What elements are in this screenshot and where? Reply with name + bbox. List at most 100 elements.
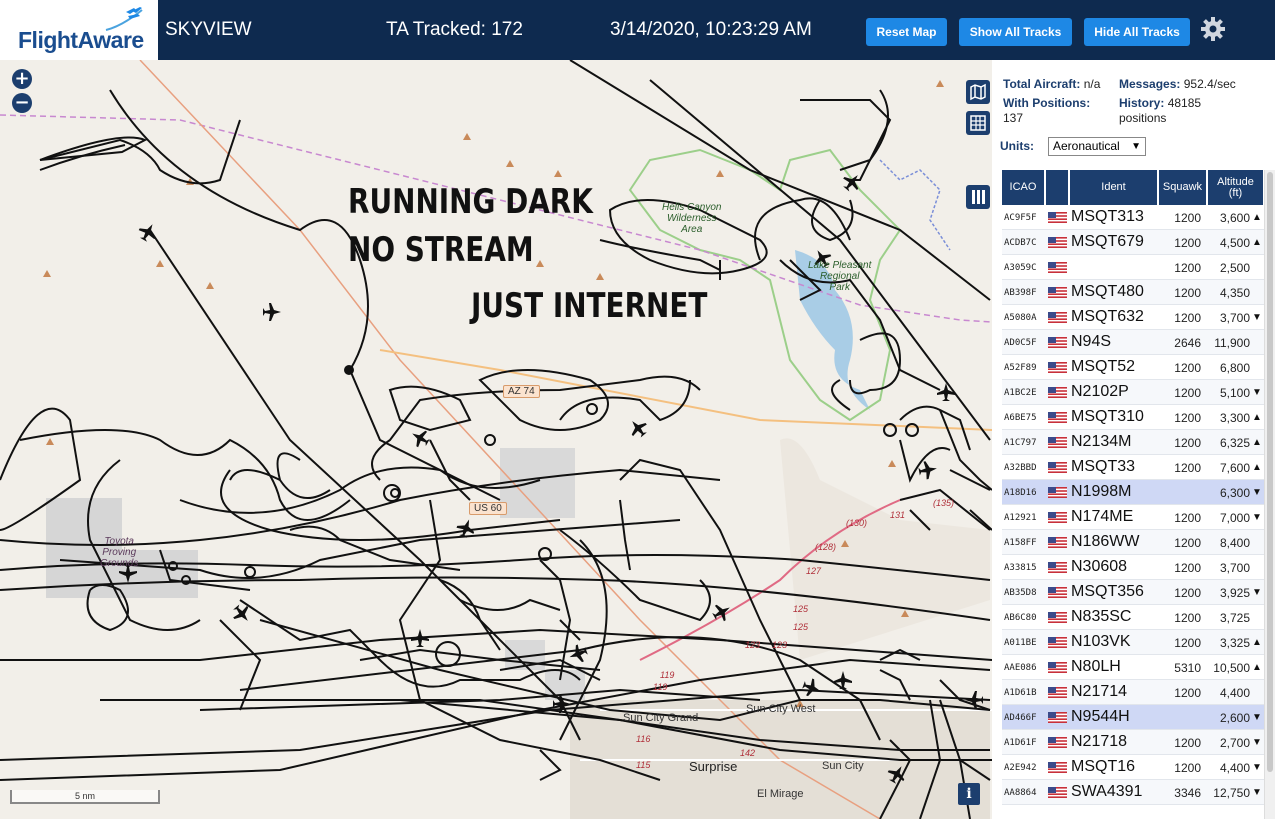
grid-button[interactable] — [966, 111, 990, 135]
column-header-flag[interactable] — [1046, 170, 1068, 205]
table-row[interactable]: A33815 N30608 1200 3,700 — [1002, 555, 1264, 580]
table-row[interactable]: A1D61F N21718 1200 2,700 ▼ — [1002, 730, 1264, 755]
toggle-panel-button[interactable] — [966, 185, 990, 209]
cell-ident: N103VK — [1071, 633, 1131, 650]
hide-all-tracks-button[interactable]: Hide All Tracks — [1084, 18, 1190, 46]
table-row[interactable]: A3059C 1200 2,500 — [1002, 255, 1264, 280]
cell-altitude: 4,400 — [1219, 686, 1250, 700]
table-row[interactable]: A1D61B N21714 1200 4,400 — [1002, 680, 1264, 705]
table-row[interactable]: A1C797 N2134M 1200 6,325 ▲ — [1002, 430, 1264, 455]
overlay-text-line: RUNNING DARK — [348, 182, 593, 222]
table-row[interactable]: AB398F MSQT480 1200 4,350 — [1002, 280, 1264, 305]
stat-value: n/a — [1083, 77, 1101, 91]
us-flag-icon — [1048, 512, 1067, 523]
table-row[interactable]: AC9F5F MSQT313 1200 3,600 ▲ — [1002, 205, 1264, 230]
cell-squawk: 1200 — [1174, 386, 1201, 400]
us-flag-icon — [1048, 237, 1067, 248]
road-number: 131 — [890, 510, 906, 520]
cell-icao: AC9F5F — [1004, 213, 1037, 223]
cell-altitude: 3,700 — [1219, 311, 1250, 325]
us-flag-icon — [1048, 762, 1067, 773]
map-layers-button[interactable] — [966, 80, 990, 104]
zoom-in-button[interactable]: + — [12, 69, 32, 89]
map-canvas[interactable] — [0, 60, 992, 819]
show-all-tracks-button[interactable]: Show All Tracks — [959, 18, 1072, 46]
table-row[interactable]: A2E942 MSQT16 1200 4,400 ▼ — [1002, 755, 1264, 780]
table-row[interactable]: A18D16 N1998M 6,300 ▼ — [1002, 480, 1264, 505]
units-select[interactable]: Aeronautical ▼ — [1048, 137, 1146, 156]
table-row[interactable]: A32BBD MSQT33 1200 7,600 ▲ — [1002, 455, 1264, 480]
place-label-line: Proving — [102, 547, 137, 558]
table-row[interactable]: AB35D8 MSQT356 1200 3,925 ▼ — [1002, 580, 1264, 605]
place-label-lake-pleasant: Lake Pleasant Regional Park — [808, 260, 871, 293]
table-row[interactable]: A12921 N174ME 1200 7,000 ▼ — [1002, 505, 1264, 530]
column-header-ident[interactable]: Ident — [1070, 170, 1157, 205]
cell-ident: MSQT16 — [1071, 758, 1136, 775]
cell-squawk: 1200 — [1174, 761, 1201, 775]
cell-altitude: 2,700 — [1219, 736, 1250, 750]
cell-altitude: 3,725 — [1219, 611, 1250, 625]
flightaware-logo[interactable]: FlightAware — [0, 0, 158, 60]
info-button[interactable]: i — [958, 783, 980, 805]
altitude-trend-icon: ▲ — [1252, 437, 1262, 448]
place-label-sun-city: Sun City — [822, 760, 864, 772]
altitude-trend-icon: ▼ — [1252, 762, 1262, 773]
cell-altitude: 5,100 — [1219, 386, 1250, 400]
zoom-out-button[interactable]: − — [12, 93, 32, 113]
us-flag-icon — [1048, 462, 1067, 473]
table-row[interactable]: ACDB7C MSQT679 1200 4,500 ▲ — [1002, 230, 1264, 255]
column-header-unit: (ft) — [1228, 186, 1243, 199]
table-row[interactable]: AB6C80 N835SC 1200 3,725 — [1002, 605, 1264, 630]
table-row[interactable]: A158FF N186WW 1200 8,400 — [1002, 530, 1264, 555]
us-flag-icon — [1048, 712, 1067, 723]
table-row[interactable]: AD466F N9544H 2,600 ▼ — [1002, 705, 1264, 730]
table-row[interactable]: A52F89 MSQT52 1200 6,800 — [1002, 355, 1264, 380]
cell-icao: A3059C — [1004, 263, 1037, 273]
aircraft-dot — [344, 365, 354, 375]
panel-scrollbar[interactable] — [1264, 170, 1275, 819]
cell-squawk: 1200 — [1174, 561, 1201, 575]
map-view[interactable]: + − RUNNING DARK NO STREAM JUST INTERNET… — [0, 60, 992, 819]
with-positions-value: 137 — [1003, 111, 1024, 125]
table-row[interactable]: AD0C5F N94S 2646 11,900 — [1002, 330, 1264, 355]
altitude-trend-icon: ▼ — [1252, 737, 1262, 748]
gear-icon[interactable] — [1200, 16, 1226, 42]
road-number: 142 — [740, 748, 756, 758]
map-icon — [970, 83, 986, 101]
column-header-altitude[interactable]: Altitude (ft) — [1208, 170, 1263, 205]
cell-icao: A1D61F — [1004, 738, 1037, 748]
table-row[interactable]: A6BE75 MSQT310 1200 3,300 ▲ — [1002, 405, 1264, 430]
place-label-line: Grounds — [100, 558, 139, 569]
table-row[interactable]: AA8864 SWA4391 3346 12,750 ▼ — [1002, 780, 1264, 805]
cell-icao: A52F89 — [1004, 363, 1037, 373]
us-flag-icon — [1048, 312, 1067, 323]
cell-ident: MSQT310 — [1071, 408, 1144, 425]
altitude-trend-icon: ▼ — [1252, 387, 1262, 398]
column-header-squawk[interactable]: Squawk — [1159, 170, 1206, 205]
overlay-text-line: NO STREAM — [348, 230, 534, 270]
scrollbar-thumb[interactable] — [1267, 172, 1273, 772]
table-row[interactable]: A5080A MSQT632 1200 3,700 ▼ — [1002, 305, 1264, 330]
cell-icao: A1D61B — [1004, 688, 1037, 698]
reset-map-button[interactable]: Reset Map — [866, 18, 947, 46]
cell-icao: AAE086 — [1004, 663, 1037, 673]
us-flag-icon — [1048, 787, 1067, 798]
column-header-icao[interactable]: ICAO — [1002, 170, 1044, 205]
cell-ident: N835SC — [1071, 608, 1132, 625]
tracked-count: TA Tracked: 172 — [386, 19, 523, 40]
us-flag-icon — [1048, 737, 1067, 748]
altitude-trend-icon: ▲ — [1252, 637, 1262, 648]
cell-icao: A32BBD — [1004, 463, 1037, 473]
skyview-app: FlightAware SKYVIEW TA Tracked: 172 3/14… — [0, 0, 1275, 819]
table-row[interactable]: A011BE N103VK 1200 3,325 ▲ — [1002, 630, 1264, 655]
total-aircraft-stat: Total Aircraft: n/a — [1003, 77, 1100, 91]
cell-icao: AB398F — [1004, 288, 1037, 298]
altitude-trend-icon: ▼ — [1252, 787, 1262, 798]
cell-squawk: 1200 — [1174, 511, 1201, 525]
table-row[interactable]: A1BC2E N2102P 1200 5,100 ▼ — [1002, 380, 1264, 405]
cell-squawk: 1200 — [1174, 436, 1201, 450]
table-row[interactable]: AAE086 N80LH 5310 10,500 ▲ — [1002, 655, 1264, 680]
columns-icon — [972, 190, 985, 204]
cell-squawk: 1200 — [1174, 736, 1201, 750]
aircraft-icon — [233, 604, 249, 621]
